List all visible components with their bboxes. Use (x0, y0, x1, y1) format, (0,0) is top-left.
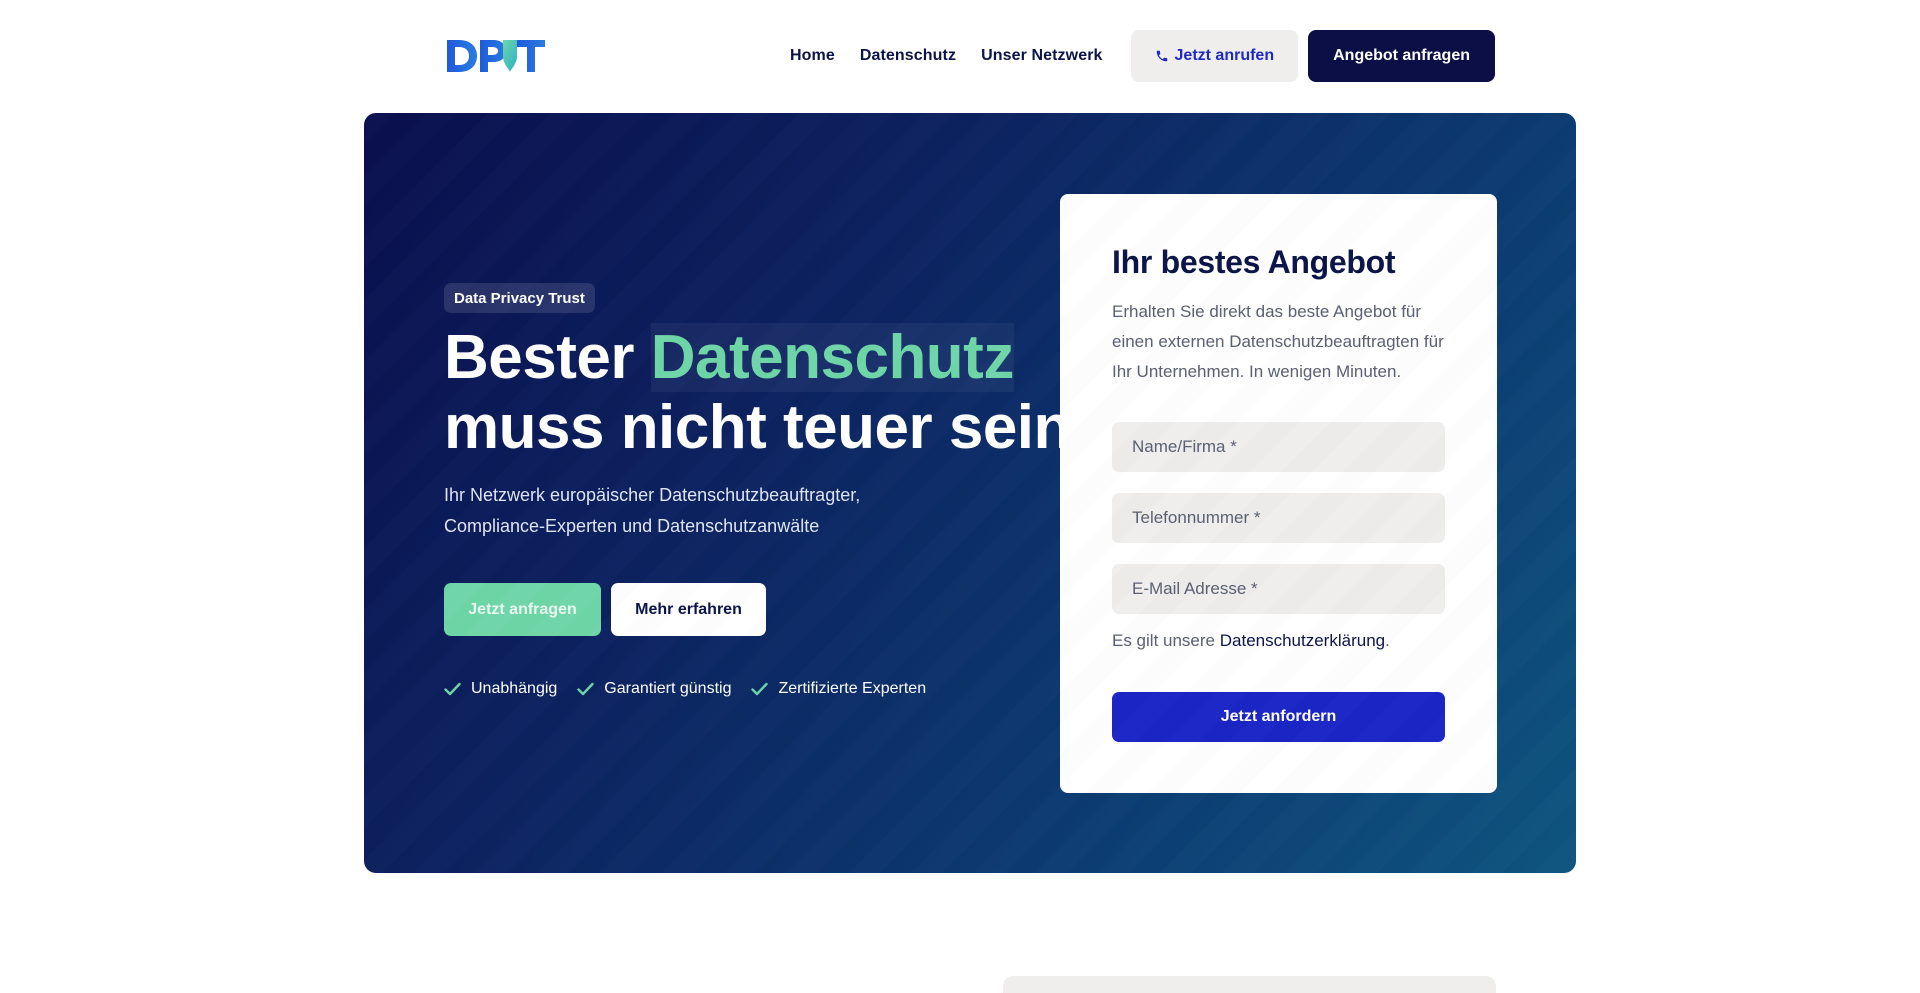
next-section-card (1003, 976, 1496, 993)
phone-icon (1155, 49, 1169, 63)
form-title: Ihr bestes Angebot (1112, 244, 1396, 280)
feature-label: Unabhängig (471, 680, 558, 697)
form-description: Erhalten Sie direkt das beste Angebot fü… (1112, 302, 1444, 381)
call-button[interactable]: Jetzt anrufen (1130, 30, 1299, 82)
phone-field[interactable] (1112, 493, 1445, 543)
headline-accent: Datenschutz (650, 323, 1014, 392)
headline-part1: Bester (444, 323, 651, 392)
hero-subtext: Ihr Netzwerk europäischer Datenschutzbea… (444, 485, 861, 536)
mehr-erfahren-button[interactable]: Mehr erfahren (611, 583, 766, 636)
headline-line2: muss nicht teuer sein (444, 393, 1071, 462)
site-header: Home Datenschutz Unser Netzwerk Jetzt an… (445, 30, 1495, 82)
privacy-suffix: . (1385, 631, 1390, 650)
nav-datenschutz[interactable]: Datenschutz (860, 47, 956, 65)
logo-shield-icon (503, 40, 517, 72)
hero-section: Data Privacy Trust Bester Datenschutz mu… (364, 113, 1576, 873)
check-icon (751, 682, 769, 696)
feature-label: Zertifizierte Experten (778, 680, 927, 697)
privacy-prefix: Es gilt unsere (1112, 631, 1220, 650)
logo[interactable] (445, 30, 547, 82)
offer-form-card: Ihr bestes Angebot Erhalten Sie direkt d… (1060, 194, 1497, 793)
nav-home[interactable]: Home (790, 47, 835, 65)
hero-headline: Bester Datenschutz muss nicht teuer sein (444, 323, 1071, 463)
check-icon (444, 682, 461, 696)
call-button-label: Jetzt anrufen (1174, 47, 1275, 64)
name-field[interactable] (1112, 422, 1445, 472)
feature-label: Garantiert günstig (604, 680, 732, 697)
check-icon (577, 682, 594, 696)
jetzt-anfragen-button[interactable]: Jetzt anfragen (444, 583, 601, 636)
feature-item: Zertifizierte Experten (751, 680, 926, 698)
nav-unser-netzwerk[interactable]: Unser Netzwerk (981, 47, 1102, 65)
submit-button[interactable]: Jetzt anfordern (1112, 692, 1445, 742)
hero-badge: Data Privacy Trust (444, 283, 595, 313)
email-field[interactable] (1112, 564, 1445, 614)
privacy-notice: Es gilt unsere Datenschutzerklärung. (1112, 631, 1390, 651)
privacy-link[interactable]: Datenschutzerklärung (1220, 631, 1385, 650)
main-nav: Home Datenschutz Unser Netzwerk Jetzt an… (790, 30, 1495, 82)
feature-item: Unabhängig (444, 680, 557, 698)
feature-item: Garantiert günstig (577, 680, 731, 698)
logo-mark (447, 40, 545, 72)
offer-button[interactable]: Angebot anfragen (1308, 30, 1495, 82)
feature-list: Unabhängig Garantiert günstig Zertifizie… (444, 680, 946, 698)
